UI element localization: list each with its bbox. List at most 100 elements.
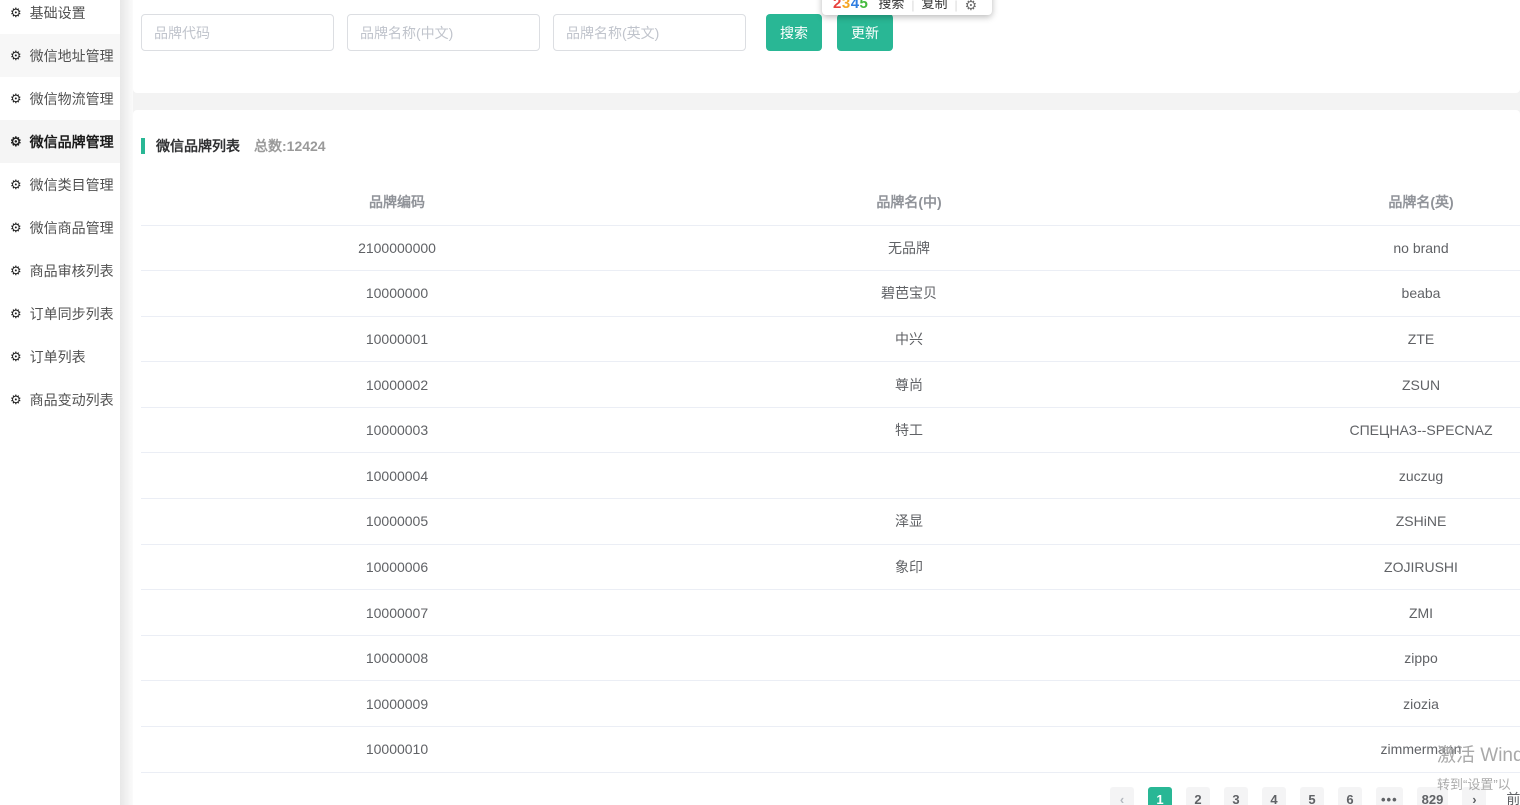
pagination-pages: 1 2 3 4 5 6 ••• 829 [1148, 787, 1449, 805]
table-cell: ZTE [1165, 316, 1520, 363]
table-cell: 10000003 [141, 407, 653, 454]
sidebar-item[interactable]: ⚙ 订单同步列表 [0, 292, 120, 335]
sidebar-item-label: 微信物流管理 [29, 90, 114, 107]
table-cell: 10000004 [141, 452, 653, 500]
sidebar-item[interactable]: ⚙ 微信品牌管理 [0, 120, 120, 163]
table-cell: ziozia [1165, 680, 1520, 728]
table-row: 10000010 zimmermann [141, 726, 1520, 773]
sidebar: ⚙ 基础设置 ⚙ 微信地址管理 ⚙ 微信物流管理 ⚙ 微信品牌管理 ⚙ 微信类目管理 ⚙ 微信商品管理… [0, 0, 120, 805]
table-cell: 10000008 [141, 635, 653, 682]
table-cell: ZSHiNE [1165, 498, 1520, 545]
pagination-jump-label: 前往 [1506, 791, 1520, 805]
table-cell: 10000001 [141, 316, 653, 363]
title-accent-bar [141, 138, 145, 154]
column-header-brand-name-cn: 品牌名(中) [653, 179, 1165, 226]
logo-char: 4 [850, 0, 860, 12]
table-row: 10000009 ziozia [141, 680, 1520, 728]
table-cell: ZOJIRUSHI [1165, 544, 1520, 591]
update-button[interactable]: 更新 [837, 14, 893, 51]
sidebar-item[interactable]: ⚙ 微信商品管理 [0, 206, 120, 249]
sidebar-scrollbar[interactable] [120, 0, 133, 805]
table-cell: 10000010 [141, 726, 653, 773]
table-row: 10000007 ZMI [141, 589, 1520, 636]
table-row: 10000003 特工 СПЕЦНАЗ--SPECNAZ [141, 407, 1520, 454]
sidebar-item[interactable]: ⚙ 订单列表 [0, 335, 120, 378]
table-cell [653, 635, 1165, 682]
table-row: 10000001 中兴 ZTE [141, 316, 1520, 363]
brand-code-input[interactable] [141, 14, 334, 51]
column-header-brand-name-en: 品牌名(英) [1165, 179, 1520, 226]
gear-icon: ⚙ [10, 91, 22, 106]
table-cell: СПЕЦНАЗ--SPECNAZ [1165, 407, 1520, 454]
table-cell: ZSUN [1165, 361, 1520, 408]
brand-name-en-input[interactable] [553, 14, 746, 51]
sidebar-item[interactable]: ⚙ 商品变动列表 [0, 378, 120, 421]
pagination-page[interactable]: 5 [1300, 787, 1324, 805]
table-cell: 特工 [653, 407, 1165, 454]
extension-popup: 2345 搜索 | 复制 | ⚙ [822, 0, 992, 15]
table-cell: 10000006 [141, 544, 653, 591]
table-header-row: 品牌编码 品牌名(中) 品牌名(英) [141, 179, 1520, 226]
2345-logo: 2345 [833, 0, 868, 12]
table-cell: 尊尚 [653, 361, 1165, 408]
pagination-next-button[interactable]: › [1462, 787, 1487, 805]
logo-char: 5 [859, 0, 869, 12]
pagination-ellipsis[interactable]: ••• [1376, 787, 1403, 805]
table-row: 10000006 象印 ZOJIRUSHI [141, 544, 1520, 591]
table-cell: 无品牌 [653, 225, 1165, 272]
sidebar-item-label: 订单同步列表 [29, 305, 114, 322]
pagination-page[interactable]: 829 [1416, 787, 1449, 805]
pagination-page[interactable]: 3 [1224, 787, 1248, 805]
pagination-page[interactable]: 1 [1148, 787, 1172, 805]
sidebar-item[interactable]: ⚙ 商品审核列表 [0, 249, 120, 292]
table-cell [653, 726, 1165, 773]
table-row: 2100000000 无品牌 no brand [141, 225, 1520, 272]
gear-icon: ⚙ [10, 134, 22, 149]
panel-title: 微信品牌列表 总数:12424 [141, 136, 1520, 156]
table-cell: 象印 [653, 544, 1165, 591]
table-cell [653, 452, 1165, 500]
table-row: 10000005 泽显 ZSHiNE [141, 498, 1520, 545]
popup-divider: | [954, 0, 958, 12]
sidebar-item[interactable]: ⚙ 微信类目管理 [0, 163, 120, 206]
sidebar-item-label: 微信地址管理 [29, 47, 114, 64]
popup-divider: | [911, 0, 915, 12]
pagination-page[interactable]: 2 [1186, 787, 1210, 805]
gear-icon: ⚙ [10, 263, 22, 278]
total-count: 总数:12424 [254, 138, 326, 154]
table-cell: 碧芭宝贝 [653, 270, 1165, 317]
table-cell [653, 680, 1165, 728]
popup-search-button[interactable]: 搜索 [878, 0, 904, 12]
sidebar-item-label: 商品审核列表 [29, 262, 114, 279]
sidebar-item-label: 商品变动列表 [29, 391, 114, 408]
popup-settings-gear-icon[interactable]: ⚙ [965, 0, 978, 12]
sidebar-item-label: 微信类目管理 [29, 176, 114, 193]
brand-name-cn-input[interactable] [347, 14, 540, 51]
sidebar-item-label: 订单列表 [29, 348, 86, 365]
pagination-page[interactable]: 6 [1338, 787, 1362, 805]
gear-icon: ⚙ [10, 306, 22, 321]
table-cell: 10000009 [141, 680, 653, 728]
sidebar-item-label: 微信品牌管理 [29, 133, 114, 150]
table-row: 10000000 碧芭宝贝 beaba [141, 270, 1520, 317]
table-cell: beaba [1165, 270, 1520, 317]
sidebar-item-label: 微信商品管理 [29, 219, 114, 236]
sidebar-item[interactable]: ⚙ 微信地址管理 [0, 34, 120, 77]
gear-icon: ⚙ [10, 48, 22, 63]
sidebar-menu: ⚙ 基础设置 ⚙ 微信地址管理 ⚙ 微信物流管理 ⚙ 微信品牌管理 ⚙ 微信类目管理 ⚙ 微信商品管理… [0, 0, 120, 421]
popup-copy-button[interactable]: 复制 [922, 0, 948, 12]
search-button[interactable]: 搜索 [766, 14, 822, 51]
gear-icon: ⚙ [10, 177, 22, 192]
brand-table: 品牌编码 品牌名(中) 品牌名(英) 2100000000 无品牌 no brand… [141, 179, 1520, 773]
sidebar-item[interactable]: ⚙ 基础设置 [0, 0, 120, 34]
table-cell: zimmermann [1165, 726, 1520, 773]
sidebar-item[interactable]: ⚙ 微信物流管理 [0, 77, 120, 120]
pagination-prev-button[interactable]: ‹ [1110, 787, 1134, 805]
table-cell: 2100000000 [141, 225, 653, 272]
table-row: 10000002 尊尚 ZSUN [141, 361, 1520, 408]
gear-icon: ⚙ [10, 392, 22, 407]
pagination-page[interactable]: 4 [1262, 787, 1286, 805]
table-cell: 泽显 [653, 498, 1165, 545]
brand-table-body: 2100000000 无品牌 no brand 10000000 碧芭宝贝 beaba 10… [141, 225, 1520, 773]
gear-icon: ⚙ [10, 5, 22, 20]
